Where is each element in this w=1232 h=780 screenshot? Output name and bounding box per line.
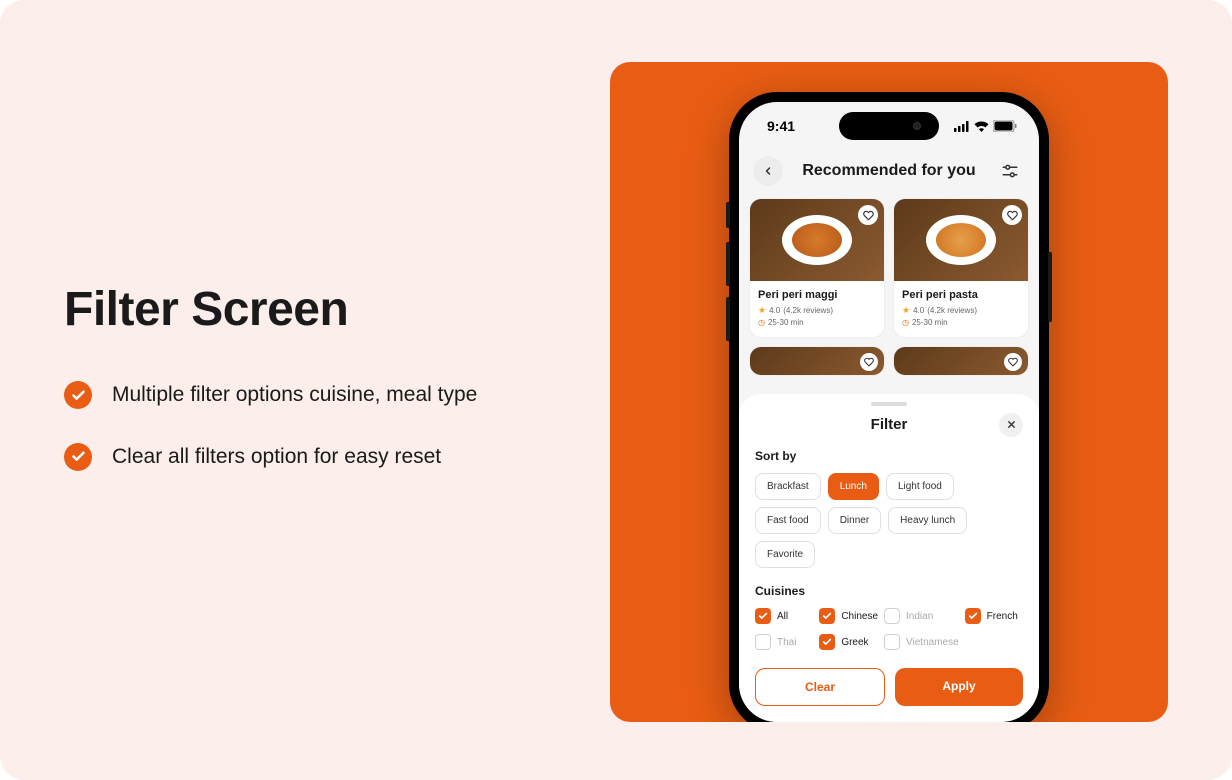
food-image bbox=[894, 199, 1028, 281]
sort-chip[interactable]: Light food bbox=[886, 473, 954, 500]
back-button[interactable] bbox=[753, 156, 783, 186]
feature-text: Clear all filters option for easy reset bbox=[112, 441, 441, 473]
checkbox-icon bbox=[755, 608, 771, 624]
food-card[interactable] bbox=[893, 346, 1029, 376]
favorite-button[interactable] bbox=[1002, 205, 1022, 225]
sort-chips: Brackfast Lunch Light food Fast food Dinner H… bbox=[755, 473, 1023, 568]
checkbox-icon bbox=[755, 634, 771, 650]
food-cards-grid: Peri peri maggi ★4.0 (4.2k reviews) ◷25-… bbox=[739, 198, 1039, 376]
cuisine-label: Chinese bbox=[841, 611, 878, 622]
food-image bbox=[750, 199, 884, 281]
food-title: Peri peri pasta bbox=[902, 289, 1020, 301]
food-title: Peri peri maggi bbox=[758, 289, 876, 301]
favorite-button[interactable] bbox=[858, 205, 878, 225]
clock-icon: ◷ bbox=[902, 318, 909, 327]
food-time: ◷25-30 min bbox=[758, 318, 876, 327]
cuisine-check-item[interactable]: All bbox=[755, 608, 813, 624]
cuisine-check-item[interactable]: Indian bbox=[884, 608, 959, 624]
page-title: Filter Screen bbox=[64, 282, 574, 337]
mockup-panel: 9:41 Recommended for you bbox=[610, 62, 1168, 722]
clock-icon: ◷ bbox=[758, 318, 765, 327]
app-header: Recommended for you bbox=[739, 150, 1039, 198]
food-image bbox=[894, 347, 1028, 376]
star-icon: ★ bbox=[902, 305, 910, 316]
cuisine-label: Greek bbox=[841, 637, 868, 648]
clear-button[interactable]: Clear bbox=[755, 668, 885, 706]
cuisine-label: Indian bbox=[906, 611, 933, 622]
cuisine-label: French bbox=[987, 611, 1018, 622]
drag-handle[interactable] bbox=[871, 402, 907, 406]
sort-chip[interactable]: Favorite bbox=[755, 541, 815, 568]
star-icon: ★ bbox=[758, 305, 766, 316]
status-time: 9:41 bbox=[767, 118, 795, 134]
cuisine-check-item[interactable]: Chinese bbox=[819, 608, 878, 624]
wifi-icon bbox=[974, 121, 989, 132]
signal-icon bbox=[954, 121, 970, 132]
cuisine-label: Vietnamese bbox=[906, 637, 959, 648]
favorite-button[interactable] bbox=[1004, 353, 1022, 371]
battery-icon bbox=[993, 120, 1017, 132]
checkbox-icon bbox=[884, 634, 900, 650]
cuisine-label: All bbox=[777, 611, 788, 622]
sort-by-label: Sort by bbox=[755, 449, 1023, 463]
feature-item: Multiple filter options cuisine, meal ty… bbox=[64, 379, 574, 411]
checkbox-icon bbox=[819, 634, 835, 650]
favorite-button[interactable] bbox=[860, 353, 878, 371]
cuisine-checks: All Chinese Indian French Thai Greek Vietnames… bbox=[755, 608, 1023, 650]
dynamic-island bbox=[839, 112, 939, 140]
feature-text: Multiple filter options cuisine, meal ty… bbox=[112, 379, 477, 411]
phone-frame: 9:41 Recommended for you bbox=[729, 92, 1049, 722]
check-icon bbox=[64, 381, 92, 409]
cuisine-check-item[interactable]: Vietnamese bbox=[884, 634, 959, 650]
cuisines-label: Cuisines bbox=[755, 584, 1023, 598]
apply-button[interactable]: Apply bbox=[895, 668, 1023, 706]
checkbox-icon bbox=[819, 608, 835, 624]
phone-screen: 9:41 Recommended for you bbox=[739, 102, 1039, 722]
checkbox-icon bbox=[965, 608, 981, 624]
cuisine-check-item[interactable]: Thai bbox=[755, 634, 813, 650]
header-title: Recommended for you bbox=[802, 162, 975, 180]
sort-chip[interactable]: Brackfast bbox=[755, 473, 821, 500]
sort-chip[interactable]: Heavy lunch bbox=[888, 507, 967, 534]
food-card[interactable]: Peri peri maggi ★4.0 (4.2k reviews) ◷25-… bbox=[749, 198, 885, 338]
food-rating: ★4.0 (4.2k reviews) bbox=[902, 305, 1020, 316]
cuisine-label: Thai bbox=[777, 637, 796, 648]
food-card[interactable] bbox=[749, 346, 885, 376]
sort-chip[interactable]: Lunch bbox=[828, 473, 879, 500]
filter-bottom-sheet: Filter Sort by Brackfast Lunch Light food F… bbox=[739, 394, 1039, 722]
feature-item: Clear all filters option for easy reset bbox=[64, 441, 574, 473]
cuisine-check-item[interactable]: French bbox=[965, 608, 1023, 624]
close-button[interactable] bbox=[999, 413, 1023, 437]
checkbox-icon bbox=[884, 608, 900, 624]
food-card[interactable]: Peri peri pasta ★4.0 (4.2k reviews) ◷25-… bbox=[893, 198, 1029, 338]
food-time: ◷25-30 min bbox=[902, 318, 1020, 327]
food-image bbox=[750, 347, 884, 376]
sheet-title: Filter bbox=[871, 416, 908, 433]
filter-toggle-button[interactable] bbox=[995, 156, 1025, 186]
check-icon bbox=[64, 443, 92, 471]
sort-chip[interactable]: Dinner bbox=[828, 507, 881, 534]
feature-description-panel: Filter Screen Multiple filter options cu… bbox=[64, 282, 574, 502]
sort-chip[interactable]: Fast food bbox=[755, 507, 821, 534]
food-rating: ★4.0 (4.2k reviews) bbox=[758, 305, 876, 316]
cuisine-check-item[interactable]: Greek bbox=[819, 634, 878, 650]
